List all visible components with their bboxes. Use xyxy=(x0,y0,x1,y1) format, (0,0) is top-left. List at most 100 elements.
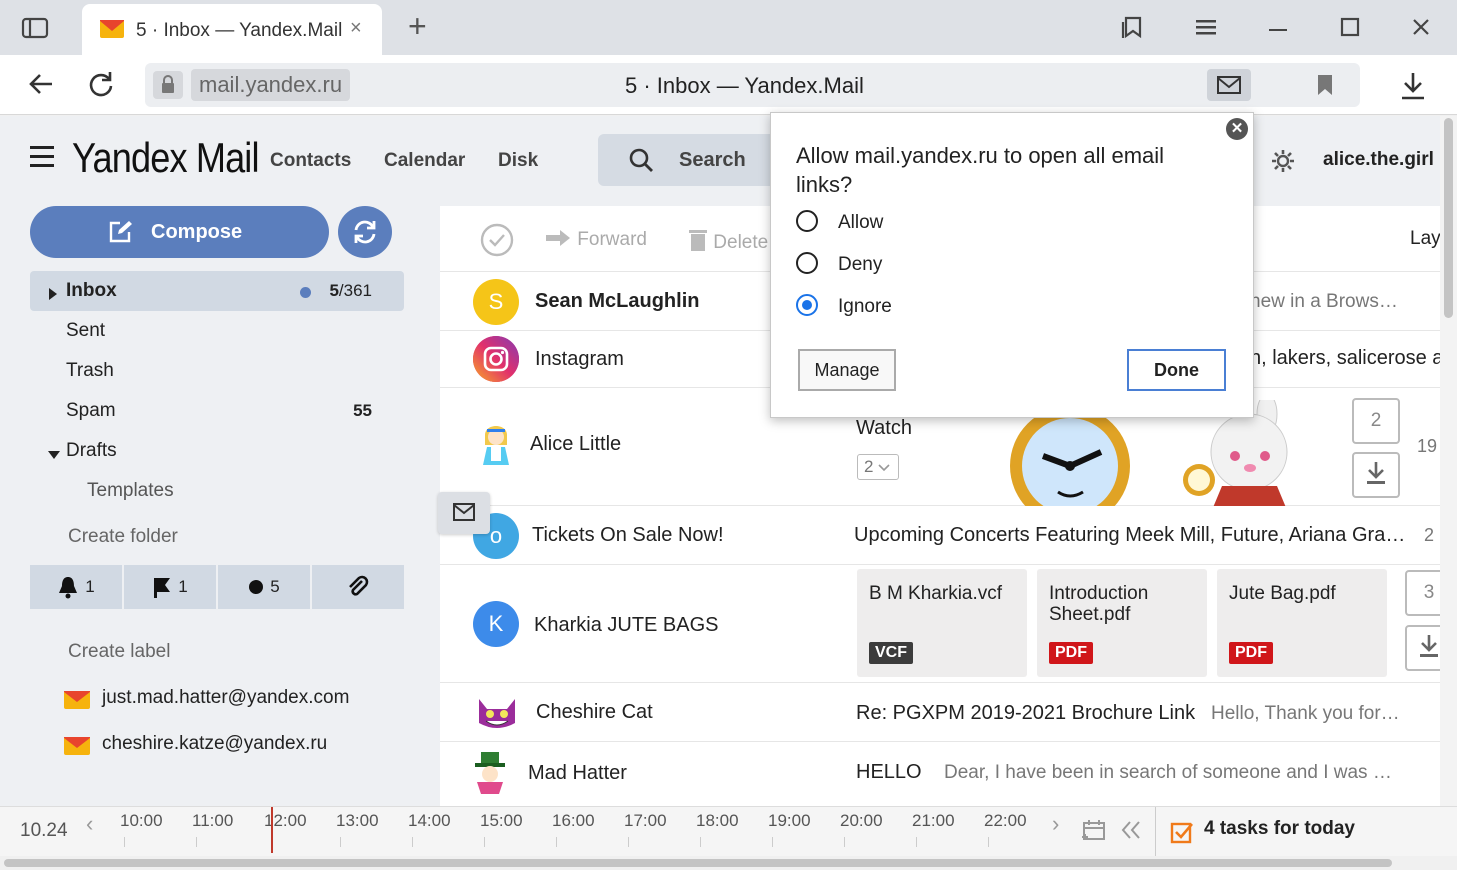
folder-trash[interactable]: Trash xyxy=(30,351,404,391)
username[interactable]: alice.the.girl xyxy=(1323,149,1434,171)
select-all-checkbox-icon[interactable] xyxy=(480,223,514,262)
browser-tab[interactable]: 5 · Inbox — Yandex.Mail × xyxy=(82,4,382,55)
message-subject: Watch xyxy=(856,417,912,439)
sidebar-toggle-icon[interactable] xyxy=(20,14,50,42)
folder-drafts[interactable]: Drafts xyxy=(30,431,404,471)
message-date: 19 xyxy=(1417,436,1438,456)
folder-label: Trash xyxy=(66,360,114,381)
nav-disk[interactable]: Disk xyxy=(498,150,538,172)
message-subject: Re: PGXPM 2019-2021 Brochure Link xyxy=(856,702,1196,724)
folder-label: Drafts xyxy=(66,440,117,461)
nav-calendar[interactable]: Calendar xyxy=(384,150,465,172)
minimize-icon[interactable] xyxy=(1261,12,1295,42)
yandex-mail-logo[interactable]: Yandex Mail xyxy=(72,134,259,182)
done-button[interactable]: Done xyxy=(1127,349,1226,391)
close-icon[interactable]: ✕ xyxy=(1226,118,1248,140)
sender-name: Mad Hatter xyxy=(528,762,627,784)
collections-icon[interactable] xyxy=(1116,12,1150,42)
search-label: Search xyxy=(679,149,746,171)
file-type-badge: PDF xyxy=(1049,642,1093,664)
message-row[interactable]: Mad Hatter HELLO Dear, I have been in se… xyxy=(440,742,1440,806)
sender-name: Instagram xyxy=(535,348,624,370)
timeline-hour: 16:00 xyxy=(552,811,595,830)
cheshire-cat-avatar-icon xyxy=(473,689,519,735)
timeline-hour: 11:00 xyxy=(192,811,234,830)
refresh-button[interactable] xyxy=(338,206,392,258)
attachment-name: Introduction Sheet.pdf xyxy=(1049,583,1149,625)
new-tab-button[interactable]: + xyxy=(408,10,427,42)
folder-count: 55 xyxy=(353,401,372,420)
reload-icon[interactable] xyxy=(84,69,118,101)
folder-sent[interactable]: Sent xyxy=(30,311,404,351)
filter-flagged[interactable]: 1 xyxy=(124,565,216,609)
caret-down-icon[interactable] xyxy=(48,444,60,466)
nav-contacts[interactable]: Contacts xyxy=(270,150,351,172)
collapse-icon[interactable] xyxy=(1120,819,1142,846)
search-input[interactable]: Search xyxy=(598,134,798,186)
omnibox[interactable]: mail.yandex.ru 5 · Inbox — Yandex.Mail xyxy=(145,63,1360,107)
folder-label: Spam xyxy=(66,400,116,421)
back-icon[interactable] xyxy=(24,69,58,101)
attachment-card[interactable]: Introduction Sheet.pdf PDF xyxy=(1037,569,1207,677)
message-date: 2 xyxy=(1424,525,1435,545)
folder-templates[interactable]: Templates xyxy=(30,471,404,511)
main-menu-icon[interactable] xyxy=(30,146,54,173)
layout-button[interactable]: Lay xyxy=(1410,228,1440,250)
filter-reminders[interactable]: 1 xyxy=(30,565,122,609)
folder-label: Inbox xyxy=(66,280,117,301)
filter-unread[interactable]: 5 xyxy=(218,565,310,609)
message-row[interactable]: Cheshire Cat Re: PGXPM 2019-2021 Brochur… xyxy=(440,683,1440,742)
tab-close-icon[interactable]: × xyxy=(350,17,362,40)
radio-deny[interactable] xyxy=(796,252,818,274)
thread-count-badge[interactable]: 2 xyxy=(1352,398,1400,444)
bookmark-icon[interactable] xyxy=(1315,73,1335,102)
download-icon[interactable] xyxy=(1398,70,1428,107)
attachment-card[interactable]: B M Kharkia.vcf VCF xyxy=(857,569,1027,677)
compose-pencil-icon xyxy=(108,220,134,250)
attachment-card[interactable]: Jute Bag.pdf PDF xyxy=(1217,569,1387,677)
create-label-link[interactable]: Create label xyxy=(68,641,170,663)
timeline-hour: 18:00 xyxy=(696,811,739,830)
file-type-badge: PDF xyxy=(1229,642,1273,664)
lock-icon[interactable] xyxy=(153,71,183,99)
manage-button[interactable]: Manage xyxy=(798,349,896,391)
forward-button[interactable]: Forward xyxy=(544,228,647,251)
folder-label: Sent xyxy=(66,320,106,341)
maximize-icon[interactable] xyxy=(1333,12,1367,42)
message-subject: Upcoming Concerts Featuring Meek Mill, F… xyxy=(854,524,1406,546)
tab-title: 5 · Inbox — Yandex.Mail xyxy=(136,20,343,41)
chevron-down-icon xyxy=(878,464,890,472)
caret-right-icon[interactable] xyxy=(48,284,58,306)
horizontal-scrollbar[interactable] xyxy=(0,856,1457,870)
thread-count-badge[interactable]: 3 xyxy=(1405,570,1440,616)
folder-inbox[interactable]: Inbox 5/361 xyxy=(30,271,404,311)
timeline-prev-icon[interactable]: ‹ xyxy=(86,811,93,837)
download-attachments-icon[interactable] xyxy=(1405,625,1440,671)
add-event-calendar-icon[interactable] xyxy=(1080,817,1106,848)
url-domain[interactable]: mail.yandex.ru xyxy=(191,69,351,101)
vertical-scrollbar[interactable] xyxy=(1440,116,1457,806)
filter-attachments[interactable] xyxy=(312,565,404,609)
quick-filters: 1 1 5 xyxy=(30,565,404,609)
folder-spam[interactable]: Spam 55 xyxy=(30,391,404,431)
close-window-icon[interactable] xyxy=(1404,12,1438,42)
delete-button[interactable]: Delete xyxy=(688,228,768,254)
create-folder-link[interactable]: Create folder xyxy=(68,526,178,548)
radio-ignore[interactable] xyxy=(796,294,818,316)
compose-label: Compose xyxy=(151,221,243,243)
message-row[interactable]: K Kharkia JUTE BAGS B M Kharkia.vcf VCF … xyxy=(440,565,1440,683)
compose-button[interactable]: Compose xyxy=(30,206,329,258)
radio-allow[interactable] xyxy=(796,210,818,232)
paperclip-icon xyxy=(349,575,369,596)
download-attachments-icon[interactable] xyxy=(1352,452,1400,498)
sender-name: Cheshire Cat xyxy=(536,701,653,723)
flag-icon xyxy=(154,578,171,598)
thread-count-dropdown[interactable]: 2 xyxy=(857,454,899,480)
mail-handler-hint-icon[interactable] xyxy=(438,492,490,534)
message-row[interactable]: o Tickets On Sale Now! Upcoming Concerts… xyxy=(440,506,1440,565)
timeline-hour: 13:00 xyxy=(336,811,379,830)
mail-handler-icon[interactable] xyxy=(1207,69,1251,101)
settings-gear-icon[interactable] xyxy=(1270,148,1296,179)
timeline-next-icon[interactable]: › xyxy=(1052,811,1059,837)
menu-icon[interactable] xyxy=(1189,12,1223,42)
